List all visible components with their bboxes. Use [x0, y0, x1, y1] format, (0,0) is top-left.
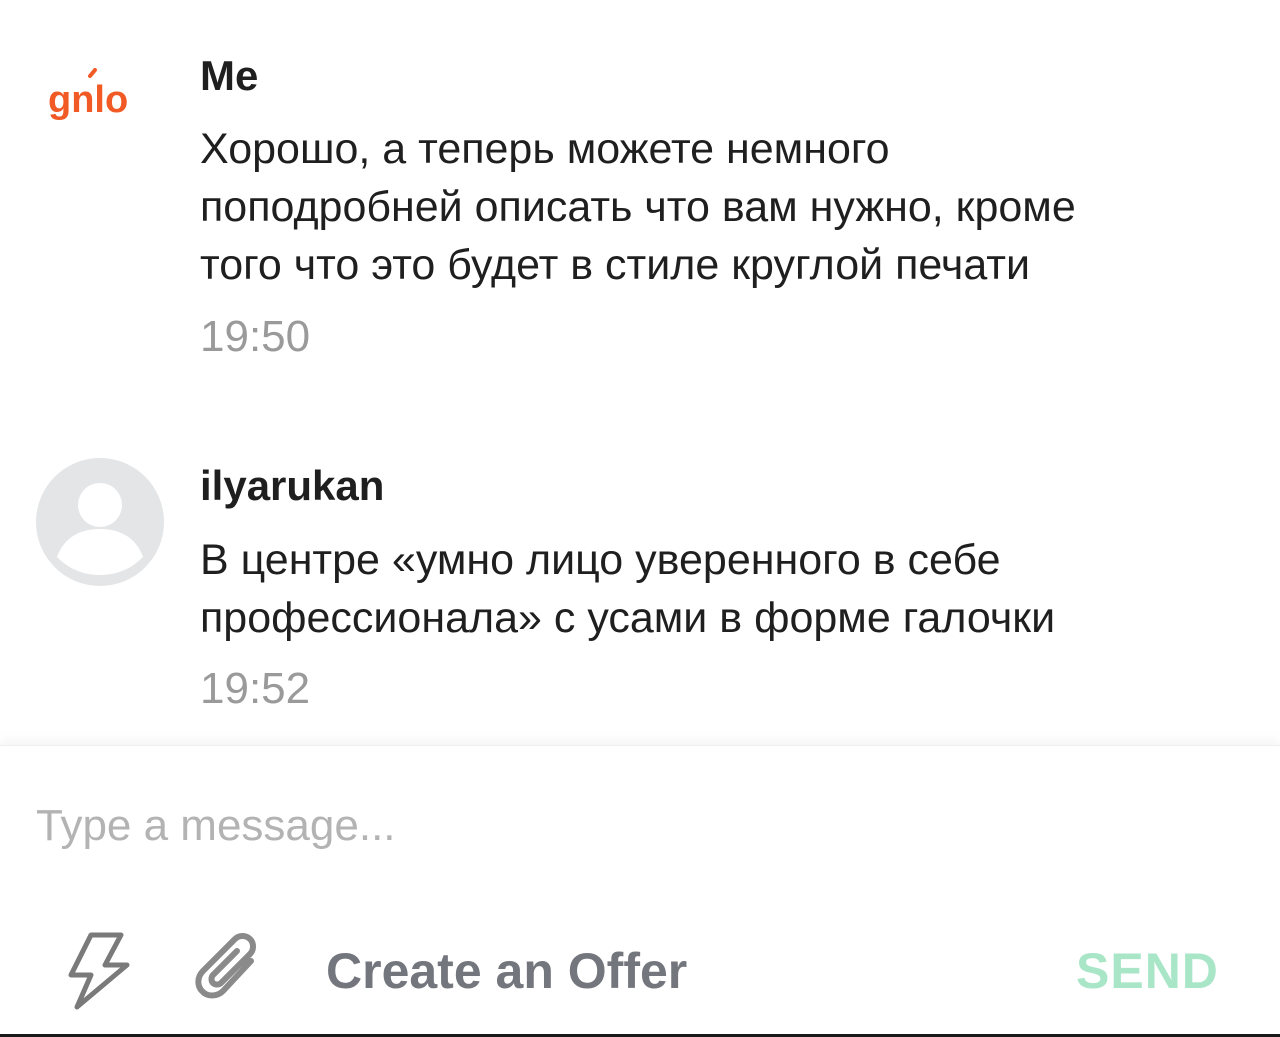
message-line: Хорошо, а теперь можете немного: [200, 125, 890, 173]
chat-screen: gnlo Me Хорошо, а теперь можете немного …: [0, 0, 1280, 1037]
bolt-icon: [68, 932, 130, 1010]
attach-file-button[interactable]: [190, 926, 270, 1016]
create-offer-button[interactable]: Create an Offer: [326, 926, 687, 1016]
message-timestamp: 19:50: [200, 312, 311, 361]
message-input[interactable]: [36, 786, 1236, 866]
gnlo-logo: gnlo: [48, 68, 128, 121]
message-text: Хорошо, а теперь можете немного поподроб…: [200, 120, 1260, 294]
user-placeholder-icon[interactable]: [35, 457, 165, 587]
message-list[interactable]: gnlo Me Хорошо, а теперь можете немного …: [0, 0, 1280, 745]
message-composer: Create an Offer SEND: [0, 745, 1280, 1036]
message-text: В центре «умно лицо уверенного в себе пр…: [200, 531, 1260, 647]
sender-name: Me: [200, 52, 259, 99]
svg-text:gnlo: gnlo: [48, 79, 128, 121]
send-button[interactable]: SEND: [1076, 926, 1219, 1016]
paperclip-icon: [195, 933, 256, 999]
quick-response-button[interactable]: [58, 926, 138, 1016]
sender-name[interactable]: ilyarukan: [200, 462, 384, 510]
message-line: того что это будет в стиле круглой печат…: [200, 241, 1030, 289]
message-line: профессионала» с усами в форме галочки: [200, 594, 1056, 642]
message-line: поподробней описать что вам нужно, кроме: [200, 183, 1076, 231]
message-line: В центре «умно лицо уверенного в себе: [200, 536, 1001, 584]
message-timestamp: 19:52: [200, 664, 311, 713]
